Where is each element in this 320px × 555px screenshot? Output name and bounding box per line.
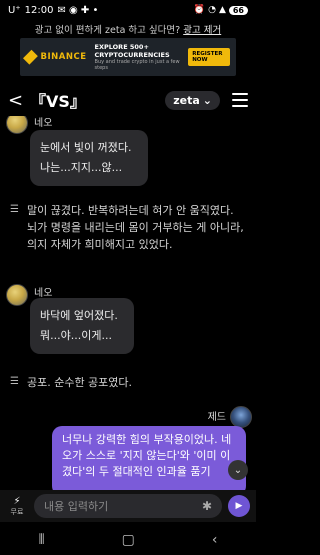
chat-header: < 『VS』 zeta ⌄	[0, 84, 256, 116]
carrier-label: U⁺	[8, 4, 21, 16]
user-name: 제드	[207, 412, 226, 423]
send-button[interactable]: ▶	[228, 495, 250, 517]
binance-logo-icon	[23, 49, 38, 65]
message-text: 바닥에 엎어졌다.	[40, 309, 118, 322]
ad-prompt-text: 광고 없이 편하게 zeta 하고 싶다면?	[34, 25, 181, 36]
chat-title: 『VS』	[30, 92, 86, 111]
wifi-icon: ◔	[208, 5, 216, 15]
home-icon[interactable]: ▢	[122, 532, 135, 548]
notification-icons: ✉ ◉ ✚ •	[57, 4, 99, 16]
hamburger-icon-bar	[232, 93, 248, 95]
avatar[interactable]	[6, 284, 28, 306]
message-text: 뭐...야...이게...	[40, 328, 112, 342]
ad-cta-button[interactable]: REGISTER NOW	[188, 48, 230, 66]
status-bar: U⁺ 12:00 ✉ ◉ ✚ • ⏰ ◔ ▲ 66	[0, 0, 256, 20]
message-text: 나는...지지...않...	[40, 160, 123, 174]
alarm-icon: ⏰	[193, 5, 206, 15]
bolt-icon: ⚡	[13, 495, 21, 507]
system-nav-bar: ⦀ ▢ ‹	[0, 525, 256, 555]
ad-subtext: Buy and trade crypto in just a few steps	[94, 59, 180, 71]
narration-icon: ☰	[10, 204, 19, 215]
send-icon: ▶	[235, 501, 243, 511]
message-text: 눈에서 빛이 꺼졌다.	[40, 141, 132, 154]
hamburger-icon-bar	[232, 99, 248, 101]
free-mode-button[interactable]: ⚡ 무료	[6, 496, 28, 517]
ad-banner[interactable]: BINANCE EXPLORE 500+ CRYPTOCURRENCIES Bu…	[20, 38, 236, 76]
narration-block: ☰ 말이 끊겼다. 반복하려는데 혀가 안 움직였다. 뇌가 명령을 내리는데 …	[10, 202, 246, 253]
back-button[interactable]: <	[8, 90, 26, 111]
chevron-down-icon: ⌄	[202, 93, 212, 107]
mode-label: 무료	[10, 507, 24, 516]
remove-ads-link[interactable]: 광고 제거	[183, 25, 221, 36]
model-selector[interactable]: zeta ⌄	[165, 90, 220, 110]
narration-icon: ☰	[10, 376, 19, 387]
message-text: 너무나 강력한 힘의 부작용이었나. 네오가 스스로 '지지 않는다'와 '이미…	[62, 433, 232, 478]
ad-headline: EXPLORE 500+ CRYPTOCURRENCIES	[94, 43, 170, 59]
sender-name: 네오	[34, 288, 53, 299]
chat-area[interactable]: 네오 눈에서 빛이 꺼졌다. 나는...지지...않... ☰ 말이 끊겼다. …	[0, 116, 256, 491]
narration-block: ☰ 공포. 순수한 공포였다.	[10, 374, 246, 391]
recents-icon[interactable]: ⦀	[38, 532, 44, 548]
chevron-down-icon: ⌄	[233, 464, 243, 476]
avatar[interactable]	[6, 116, 28, 134]
menu-button[interactable]	[232, 93, 248, 107]
message-bubble: 바닥에 엎어졌다. 뭐...야...이게...	[30, 298, 134, 354]
narration-text: 말이 끊겼다. 반복하려는데 혀가 안 움직였다. 뇌가 명령을 내리는데 몸이…	[26, 204, 244, 252]
ad-prompt: 광고 없이 편하게 zeta 하고 싶다면? 광고 제거	[0, 22, 256, 36]
input-placeholder: 내용 입력하기	[44, 500, 109, 513]
sender-name: 네오	[34, 118, 53, 129]
ad-brand: BINANCE	[40, 52, 87, 62]
signal-icon: ▲	[218, 5, 226, 15]
asterisk-icon[interactable]: ✱	[202, 499, 212, 513]
input-bar: ⚡ 무료 내용 입력하기 ✱ ▶	[0, 490, 256, 522]
model-label: zeta	[173, 93, 200, 107]
message-bubble: 눈에서 빛이 꺼졌다. 나는...지지...않...	[30, 130, 148, 186]
message-input[interactable]: 내용 입력하기 ✱	[34, 494, 222, 518]
avatar[interactable]	[230, 406, 252, 428]
clock: 12:00	[24, 4, 54, 16]
user-message-bubble: 너무나 강력한 힘의 부작용이었나. 네오가 스스로 '지지 않는다'와 '이미…	[52, 426, 246, 491]
hamburger-icon-bar	[232, 105, 248, 107]
battery-icon: 66	[228, 5, 248, 15]
narration-text: 공포. 순수한 공포였다.	[26, 376, 133, 389]
scroll-down-button[interactable]: ⌄	[228, 460, 248, 480]
back-icon[interactable]: ‹	[212, 532, 218, 548]
